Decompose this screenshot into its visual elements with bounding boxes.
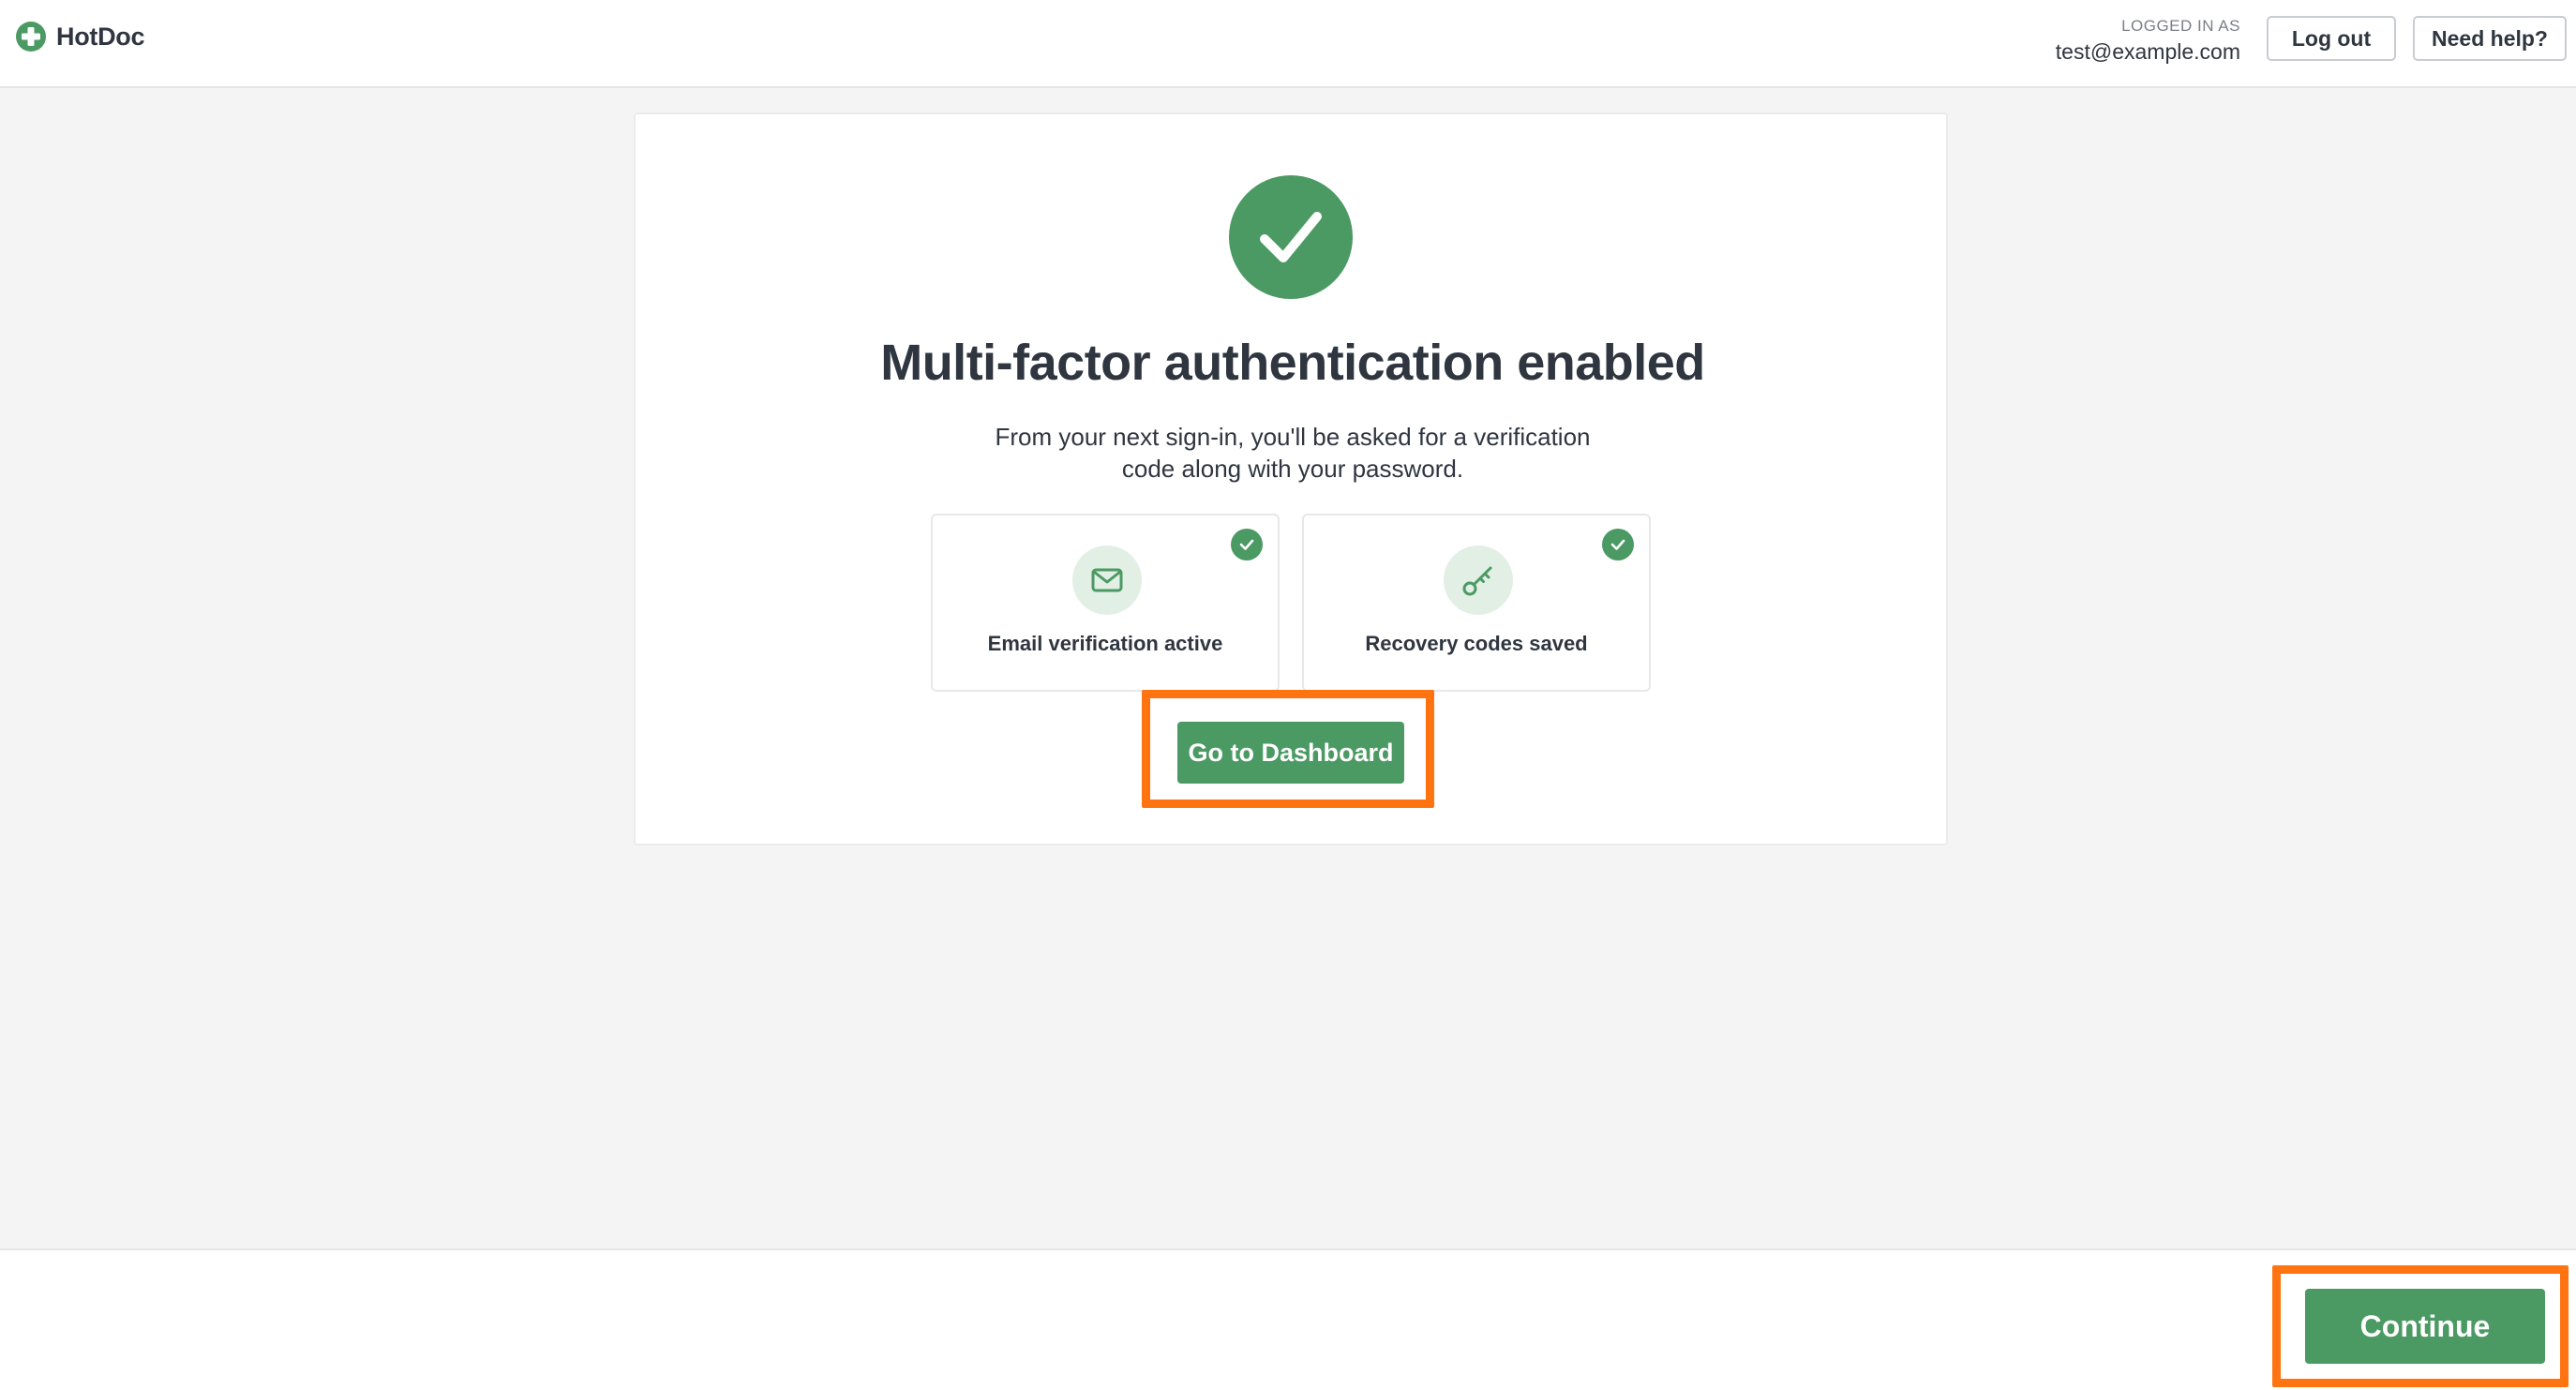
page-description: From your next sign-in, you'll be asked … xyxy=(995,423,1591,483)
feature-card-recovery: Recovery codes saved xyxy=(1302,514,1651,692)
page-title: Multi-factor authentication enabled xyxy=(880,335,1705,391)
check-icon xyxy=(1231,529,1263,560)
top-header: HotDoc LOGGED IN AS test@example.com Log… xyxy=(0,0,2576,88)
mail-icon xyxy=(1072,546,1142,615)
success-check-icon xyxy=(1229,175,1353,299)
key-icon xyxy=(1444,546,1513,615)
logged-in-user: LOGGED IN AS test@example.com xyxy=(2056,17,2240,65)
user-email: test@example.com xyxy=(2055,39,2240,64)
logged-in-caption: LOGGED IN AS xyxy=(2121,17,2240,35)
feature-label-recovery: Recovery codes saved xyxy=(1365,632,1588,655)
continue-button-highlight xyxy=(2272,1265,2569,1387)
feature-label-email: Email verification active xyxy=(987,632,1223,655)
feature-card-email: Email verification active xyxy=(931,514,1280,692)
hotdoc-logo-icon xyxy=(16,22,46,52)
brand-name: HotDoc xyxy=(56,22,145,51)
logout-button[interactable]: Log out xyxy=(2267,16,2396,61)
dashboard-button-highlight xyxy=(1142,690,1434,808)
brand-logo[interactable]: HotDoc xyxy=(15,21,145,52)
check-icon xyxy=(1602,529,1634,560)
need-help-button[interactable]: Need help? xyxy=(2413,16,2567,61)
footer-bar xyxy=(0,1248,2576,1390)
